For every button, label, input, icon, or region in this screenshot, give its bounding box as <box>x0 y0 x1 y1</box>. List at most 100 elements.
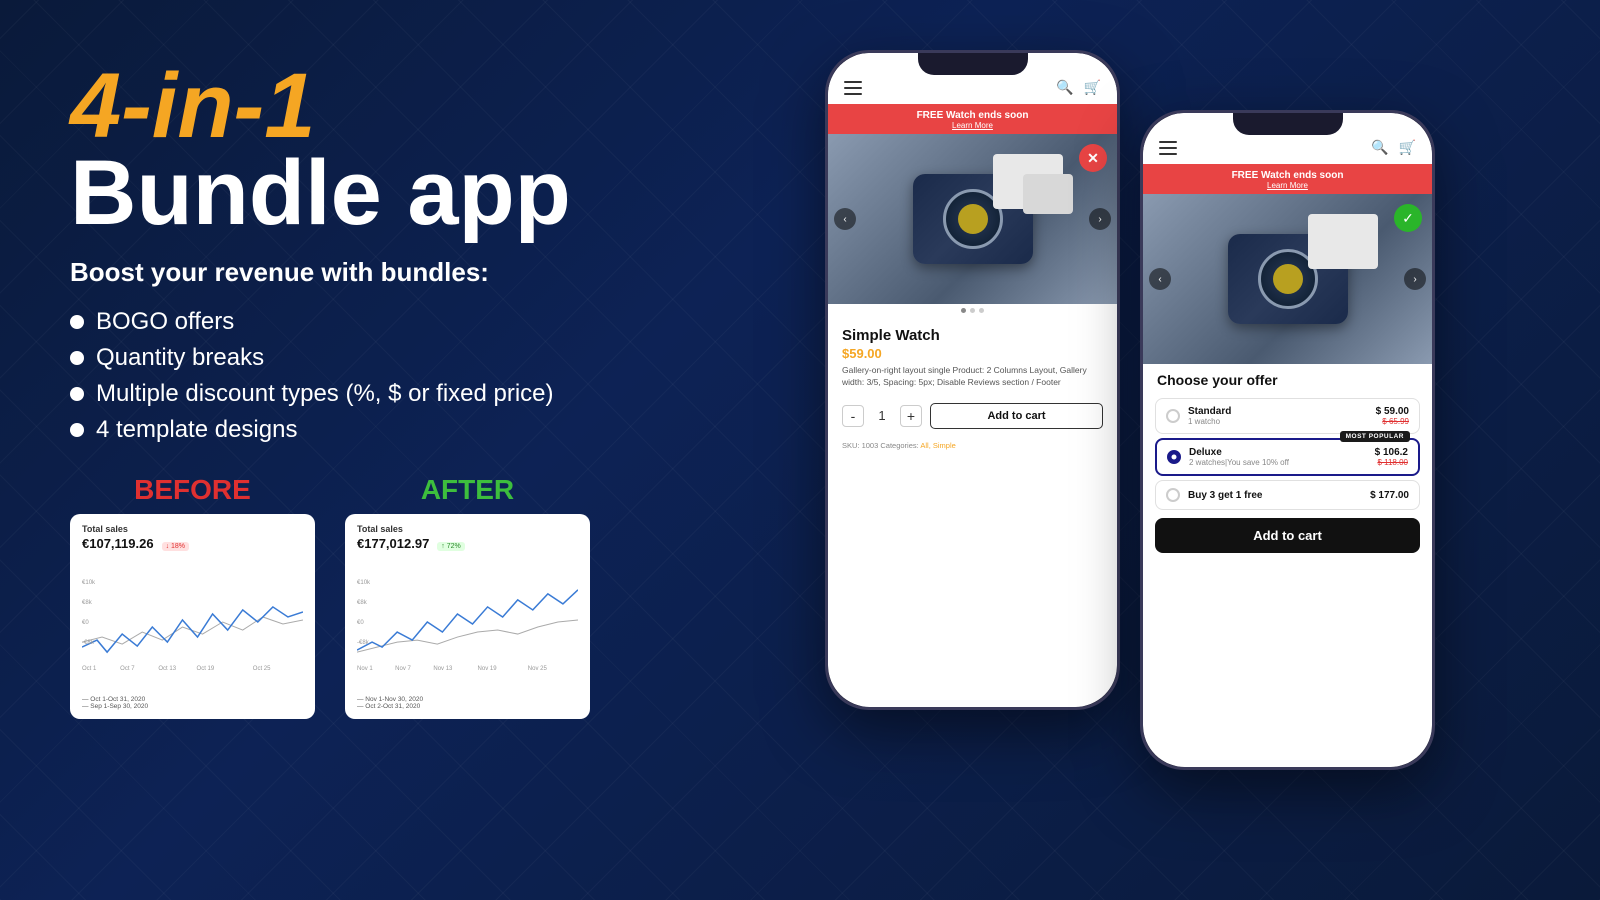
phone1-wrapper: 🔍 🛒 FREE Watch ends soon Learn More <box>825 50 1120 710</box>
phones-area: 🔍 🛒 FREE Watch ends soon Learn More <box>700 50 1560 870</box>
phone1-product-image: ✕ ‹ › <box>828 134 1117 304</box>
svg-text:-€8k: -€8k <box>82 640 95 646</box>
svg-text:€10k: €10k <box>357 580 371 586</box>
cart-icon[interactable]: 🛒 <box>1084 79 1101 96</box>
phone2-carousel-next-btn[interactable]: › <box>1404 268 1426 290</box>
carousel-next-btn[interactable]: › <box>1089 208 1111 230</box>
svg-text:Nov 13: Nov 13 <box>433 666 453 672</box>
after-legend1: — Nov 1-Nov 30, 2020 — Oct 2-Oct 31, 202… <box>357 696 578 710</box>
phone2-nav-icons: 🔍 🛒 <box>1371 139 1416 156</box>
title-part1: 4-in-1 <box>70 60 750 152</box>
phone2-cart-icon[interactable]: 🛒 <box>1399 139 1416 156</box>
watch-image <box>828 134 1117 304</box>
nav-icons-right: 🔍 🛒 <box>1056 79 1101 96</box>
left-panel: 4-in-1 Bundle app Boost your revenue wit… <box>70 60 750 719</box>
offer-buy3-details: Buy 3 get 1 free <box>1188 490 1362 501</box>
offer-standard-price-block: $ 59.00 $ 65.99 <box>1376 406 1409 426</box>
choose-offer-title: Choose your offer <box>1143 364 1432 394</box>
overlay-x-icon[interactable]: ✕ <box>1079 144 1107 172</box>
phone1-frame: 🔍 🛒 FREE Watch ends soon Learn More <box>825 50 1120 710</box>
offer-buy3-price-block: $ 177.00 <box>1370 490 1409 501</box>
product-price: $59.00 <box>842 346 1103 361</box>
after-label: AFTER <box>421 474 514 506</box>
svg-text:Nov 25: Nov 25 <box>528 666 548 672</box>
feature-list: BOGO offers Quantity breaks Multiple dis… <box>70 308 750 444</box>
bullet-bogo: BOGO offers <box>70 308 750 336</box>
phone2-screen: 🔍 🛒 FREE Watch ends soon Learn More <box>1143 113 1432 767</box>
phone1-screen: 🔍 🛒 FREE Watch ends soon Learn More <box>828 53 1117 707</box>
search-icon[interactable]: 🔍 <box>1056 79 1073 96</box>
phone1-notch <box>918 53 1028 75</box>
most-popular-badge: MOST POPULAR <box>1340 431 1410 442</box>
phone1-banner-link[interactable]: Learn More <box>832 121 1113 130</box>
qty-minus-btn[interactable]: - <box>842 405 864 427</box>
before-chart-svg: Oct 1 Oct 7 Oct 13 Oct 19 Oct 25 €10k €8… <box>82 557 303 687</box>
radio-buy3[interactable] <box>1166 488 1180 502</box>
svg-text:-€8k: -€8k <box>357 640 370 646</box>
hamburger-icon[interactable] <box>844 81 862 95</box>
product-desc: Gallery-on-right layout single Product: … <box>842 365 1103 389</box>
svg-text:€0: €0 <box>82 620 89 626</box>
bullet-discount: Multiple discount types (%, $ or fixed p… <box>70 380 750 408</box>
title-part2: Bundle app <box>70 147 750 239</box>
before-chart-title: Total sales <box>82 524 303 534</box>
phone1-banner-text: FREE Watch ends soon <box>832 110 1113 121</box>
add-to-cart-btn[interactable]: Add to cart <box>930 403 1103 429</box>
svg-text:Oct 19: Oct 19 <box>197 666 215 672</box>
after-chart-badge: ↑ 72% <box>437 542 464 551</box>
offer-deluxe[interactable]: MOST POPULAR Deluxe 2 watches|You save 1… <box>1155 438 1420 476</box>
offer-standard-sub: 1 watcho <box>1188 417 1368 426</box>
product-name: Simple Watch <box>842 327 1103 344</box>
phone2-banner[interactable]: FREE Watch ends soon Learn More <box>1143 164 1432 194</box>
phone2-add-to-cart-btn[interactable]: Add to cart <box>1155 518 1420 553</box>
offer-standard-price: $ 59.00 <box>1376 406 1409 417</box>
comparison-row: BEFORE Total sales €107,119.26 ↓ 18% Oct… <box>70 474 750 719</box>
offer-standard[interactable]: Standard 1 watcho $ 59.00 $ 65.99 <box>1155 398 1420 434</box>
dot-1 <box>961 308 966 313</box>
qty-value: 1 <box>872 408 892 423</box>
bullet-templates: 4 template designs <box>70 416 750 444</box>
phone2-search-icon[interactable]: 🔍 <box>1371 139 1388 156</box>
svg-text:Oct 13: Oct 13 <box>158 666 176 672</box>
phone2-watch-image <box>1143 194 1432 364</box>
phone2-wrapper: 🔍 🛒 FREE Watch ends soon Learn More <box>1140 110 1435 770</box>
svg-text:Nov 7: Nov 7 <box>395 666 411 672</box>
phone2-carousel-prev-btn[interactable]: ‹ <box>1149 268 1171 290</box>
phone2-hamburger-icon[interactable] <box>1159 141 1177 155</box>
offer-buy3[interactable]: Buy 3 get 1 free $ 177.00 <box>1155 480 1420 510</box>
before-chart-amount: €107,119.26 <box>82 536 154 551</box>
phone1-product-info: Simple Watch $59.00 Gallery-on-right lay… <box>828 317 1117 395</box>
svg-text:€10k: €10k <box>82 580 96 586</box>
radio-standard[interactable] <box>1166 409 1180 423</box>
carousel-prev-btn[interactable]: ‹ <box>834 208 856 230</box>
svg-text:Oct 7: Oct 7 <box>120 666 135 672</box>
bullet-dot <box>70 315 84 329</box>
dot-3 <box>979 308 984 313</box>
bullet-qty: Quantity breaks <box>70 344 750 372</box>
phone2-watch-face-inner <box>1273 264 1303 294</box>
radio-deluxe[interactable] <box>1167 450 1181 464</box>
offer-deluxe-name: Deluxe <box>1189 447 1367 458</box>
watch-face-inner <box>958 204 988 234</box>
offer-buy3-price: $ 177.00 <box>1370 490 1409 501</box>
overlay-check-icon[interactable]: ✓ <box>1394 204 1422 232</box>
phone1-banner[interactable]: FREE Watch ends soon Learn More <box>828 104 1117 134</box>
svg-text:Oct 1: Oct 1 <box>82 666 97 672</box>
phone2-banner-text: FREE Watch ends soon <box>1147 170 1428 181</box>
phone2-banner-link[interactable]: Learn More <box>1147 181 1428 190</box>
phone2-notch <box>1233 113 1343 135</box>
after-chart-card: Total sales €177,012.97 ↑ 72% Nov 1 Nov … <box>345 514 590 719</box>
qty-plus-btn[interactable]: + <box>900 405 922 427</box>
svg-text:€8k: €8k <box>357 600 368 606</box>
after-chart-svg: Nov 1 Nov 7 Nov 13 Nov 19 Nov 25 €10k €8… <box>357 557 578 687</box>
dot-2 <box>970 308 975 313</box>
sku-info: SKU: 1003 Categories: All, Simple <box>828 437 1117 454</box>
bullet-dot <box>70 423 84 437</box>
offer-deluxe-price-block: $ 106.2 $ 118.00 <box>1375 447 1408 467</box>
offer-deluxe-price: $ 106.2 <box>1375 447 1408 458</box>
bullet-dot <box>70 387 84 401</box>
svg-text:Nov 1: Nov 1 <box>357 666 373 672</box>
before-legend1: — Oct 1-Oct 31, 2020 — Sep 1-Sep 30, 202… <box>82 696 303 710</box>
offer-buy3-name: Buy 3 get 1 free <box>1188 490 1362 501</box>
offer-deluxe-details: Deluxe 2 watches|You save 10% off <box>1189 447 1367 467</box>
